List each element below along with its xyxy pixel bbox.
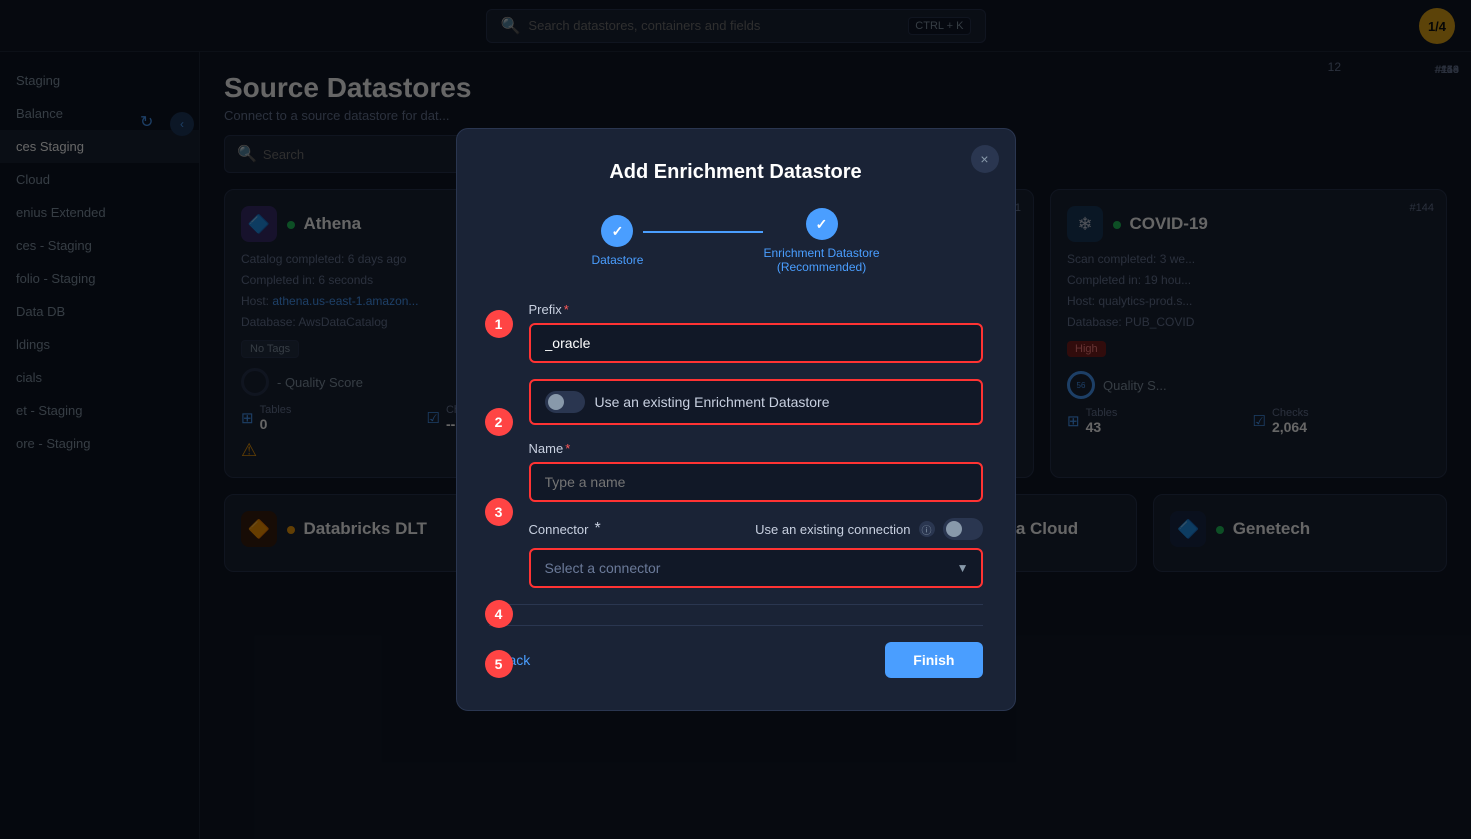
connector-select[interactable]: Select a connector: [531, 550, 981, 586]
toggle-label: Use an existing Enrichment Datastore: [595, 394, 830, 410]
form-container: 1 Prefix* 2 Use an existing Enrichment D…: [489, 302, 983, 588]
prefix-form-group: Prefix*: [529, 302, 983, 363]
step-circle-1: ✓: [601, 215, 633, 247]
step-label-1: Datastore: [591, 253, 643, 267]
connector-select-wrapper[interactable]: Select a connector ▼: [529, 548, 983, 588]
step-badge-2: 2: [485, 408, 513, 436]
modal-close-button[interactable]: ×: [971, 145, 999, 173]
modal-divider: [489, 604, 983, 605]
step-datastore: ✓ Datastore: [591, 215, 643, 267]
name-input[interactable]: [529, 462, 983, 502]
connector-label-row: Connector * Use an existing connection ⓘ: [529, 518, 983, 540]
step-badge-5: 5: [485, 650, 513, 678]
step-enrichment: ✓ Enrichment Datastore (Recommended): [763, 208, 879, 274]
step-circle-2: ✓: [806, 208, 838, 240]
prefix-label: Prefix*: [529, 302, 983, 317]
use-existing-enrichment-toggle[interactable]: [545, 391, 585, 413]
step-label-2: Enrichment Datastore (Recommended): [763, 246, 879, 274]
step-badge-1: 1: [485, 310, 513, 338]
step-badge-3: 3: [485, 498, 513, 526]
prefix-input[interactable]: [529, 323, 983, 363]
step-badge-4: 4: [485, 600, 513, 628]
use-existing-label: Use an existing connection: [755, 522, 910, 537]
info-icon: ⓘ: [919, 521, 935, 537]
toggle-knob-small: [946, 521, 962, 537]
stepper: ✓ Datastore ✓ Enrichment Datastore (Reco…: [489, 208, 983, 274]
connector-label: Connector: [529, 522, 589, 537]
name-label: Name*: [529, 441, 983, 456]
use-existing-group: Use an existing connection ⓘ: [755, 518, 982, 540]
name-form-group: Name*: [529, 441, 983, 502]
modal-overlay: × Add Enrichment Datastore ✓ Datastore ✓…: [0, 0, 1471, 839]
modal-footer: ‹ Back Finish: [489, 625, 983, 678]
toggle-knob: [548, 394, 564, 410]
modal-title: Add Enrichment Datastore: [489, 161, 983, 184]
close-icon: ×: [980, 151, 988, 167]
use-existing-connection-toggle[interactable]: [943, 518, 983, 540]
connector-required: *: [594, 520, 600, 538]
use-existing-enrichment-toggle-row[interactable]: Use an existing Enrichment Datastore: [529, 379, 983, 425]
add-enrichment-datastore-modal: × Add Enrichment Datastore ✓ Datastore ✓…: [456, 128, 1016, 711]
step-line: [643, 231, 763, 233]
finish-button[interactable]: Finish: [885, 642, 982, 678]
connector-label-group: Connector *: [529, 520, 601, 538]
